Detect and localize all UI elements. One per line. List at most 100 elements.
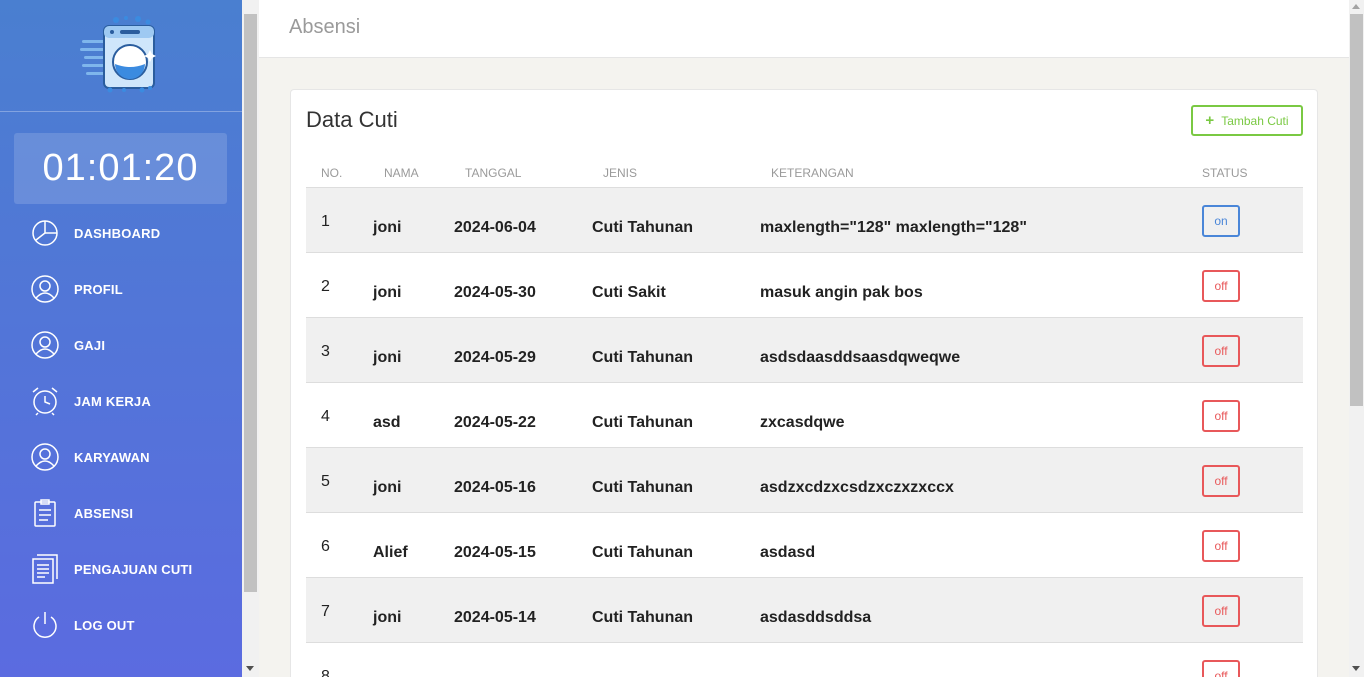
cell-nama: joni [373, 283, 402, 301]
page-title: Absensi [289, 16, 361, 38]
status-toggle-button[interactable]: off [1202, 659, 1240, 677]
sidebar-scrollbar-thumb[interactable] [244, 14, 257, 592]
table-row: 3 joni 2024-05-29 Cuti Tahunan asdsdaasddsaa… [306, 317, 1303, 382]
table-header-row: NO. NAMA TANGGAL JENIS KETERANGAN STATUS [306, 160, 1303, 188]
cell-keterangan: masuk angin pak bos [760, 283, 923, 301]
cell-no: 7 [321, 602, 330, 620]
sidebar-item-profil[interactable]: PROFIL [0, 261, 242, 317]
cell-nama: joni [373, 608, 402, 626]
main-scrollbar[interactable] [1349, 0, 1364, 677]
cell-status: off [1202, 317, 1303, 382]
sidebar: 01:01:20 DASHBOARD PROFIL GAJI JAM KERJA [0, 0, 242, 677]
table-row: 4 asd 2024-05-22 Cuti Tahunan zxcasdqwe off [306, 382, 1303, 447]
scroll-down-arrow-icon[interactable] [1352, 666, 1360, 671]
cell-no: 1 [321, 212, 330, 230]
cell-keterangan: zxcasdqwe [760, 413, 845, 431]
document-icon [32, 554, 58, 584]
table-row: 8 off [306, 642, 1303, 677]
status-toggle-button[interactable]: off [1202, 529, 1240, 562]
cell-status: on [1202, 187, 1303, 252]
status-toggle-button[interactable]: off [1202, 399, 1240, 432]
cell-jenis: Cuti Sakit [592, 283, 666, 301]
column-header-nama: NAMA [373, 160, 454, 188]
cell-no: 8 [321, 667, 330, 677]
cell-nama: joni [373, 478, 402, 496]
cell-tanggal: 2024-05-22 [454, 413, 536, 431]
sidebar-scrollbar[interactable] [242, 0, 259, 677]
sidebar-item-label: DASHBOARD [74, 225, 161, 241]
cell-keterangan: asdasd [760, 543, 816, 561]
column-header-status: STATUS [1202, 160, 1303, 188]
sidebar-item-gaji[interactable]: GAJI [0, 317, 242, 373]
power-icon [33, 612, 57, 638]
cell-keterangan: maxlength="128" maxlength="128" [760, 218, 1027, 236]
table-row: 6 Alief 2024-05-15 Cuti Tahunan asdasd off [306, 512, 1303, 577]
cell-nama: joni [373, 348, 402, 366]
main-scrollbar-thumb[interactable] [1350, 14, 1363, 406]
cell-keterangan: asdzxcdzxcsdzxczxzxccx [760, 478, 954, 496]
sidebar-item-absensi[interactable]: ABSENSI [0, 485, 242, 541]
cell-no: 5 [321, 472, 330, 490]
cell-no: 6 [321, 537, 330, 555]
top-bar: Absensi [259, 0, 1349, 58]
cell-tanggal: 2024-06-04 [454, 218, 536, 236]
cell-tanggal: 2024-05-15 [454, 543, 536, 561]
user-icon [31, 443, 59, 471]
cell-tanggal: 2024-05-14 [454, 608, 536, 626]
data-cuti-card: Data Cuti + Tambah Cuti NO. NAMA TANGGAL… [290, 89, 1318, 677]
column-header-no: NO. [306, 160, 373, 188]
washing-machine-logo-icon [80, 16, 156, 93]
sidebar-item-label: KARYAWAN [74, 449, 150, 465]
plus-icon: + [1205, 112, 1215, 129]
logo-area [0, 0, 242, 112]
sidebar-nav: DASHBOARD PROFIL GAJI JAM KERJA KARYAWAN [0, 205, 242, 653]
cell-tanggal: 2024-05-16 [454, 478, 536, 496]
add-cuti-label: Tambah Cuti [1221, 113, 1289, 128]
cell-jenis: Cuti Tahunan [592, 543, 694, 561]
cuti-table: NO. NAMA TANGGAL JENIS KETERANGAN STATUS… [306, 160, 1303, 677]
cell-status: off [1202, 382, 1303, 447]
status-toggle-button[interactable]: off [1202, 464, 1240, 497]
cell-nama: asd [373, 413, 401, 431]
cell-keterangan: asdsdaasddsaasdqweqwe [760, 348, 961, 366]
scroll-up-arrow-icon[interactable] [1352, 4, 1360, 9]
cell-nama: Alief [373, 543, 408, 561]
clipboard-icon [34, 499, 56, 527]
cell-jenis: Cuti Tahunan [592, 608, 694, 626]
column-header-jenis: JENIS [592, 160, 760, 188]
status-toggle-button[interactable]: on [1202, 204, 1240, 237]
sidebar-item-dashboard[interactable]: DASHBOARD [0, 205, 242, 261]
cell-jenis [592, 642, 760, 677]
card-title: Data Cuti [306, 107, 398, 132]
cell-jenis: Cuti Tahunan [592, 478, 694, 496]
sidebar-item-label: PENGAJUAN CUTI [74, 561, 193, 577]
table-row: 7 joni 2024-05-14 Cuti Tahunan asdasddsddsa o… [306, 577, 1303, 642]
user-icon [31, 275, 59, 303]
cell-tanggal: 2024-05-30 [454, 283, 536, 301]
user-icon [31, 331, 59, 359]
sidebar-item-label: JAM KERJA [74, 393, 151, 409]
sidebar-item-pengajuan-cuti[interactable]: PENGAJUAN CUTI [0, 541, 242, 597]
sidebar-item-label: GAJI [74, 337, 106, 353]
cell-status: off [1202, 252, 1303, 317]
table-row: 1 joni 2024-06-04 Cuti Tahunan maxlength="12… [306, 187, 1303, 252]
cell-no: 4 [321, 407, 330, 425]
cell-jenis: Cuti Tahunan [592, 413, 694, 431]
cell-status: off [1202, 642, 1303, 677]
column-header-keterangan: KETERANGAN [760, 160, 1202, 188]
cell-jenis: Cuti Tahunan [592, 348, 694, 366]
status-toggle-button[interactable]: off [1202, 594, 1240, 627]
status-toggle-button[interactable]: off [1202, 334, 1240, 367]
sidebar-item-log-out[interactable]: LOG OUT [0, 597, 242, 653]
scroll-down-arrow-icon[interactable] [246, 666, 254, 671]
add-cuti-button[interactable]: + Tambah Cuti [1191, 105, 1303, 136]
column-header-tanggal: TANGGAL [454, 160, 592, 188]
cell-nama [373, 642, 454, 677]
digital-clock: 01:01:20 [14, 133, 227, 204]
sidebar-item-label: ABSENSI [74, 505, 134, 521]
status-toggle-button[interactable]: off [1202, 269, 1240, 302]
sidebar-item-karyawan[interactable]: KARYAWAN [0, 429, 242, 485]
sidebar-item-jam-kerja[interactable]: JAM KERJA [0, 373, 242, 429]
sidebar-item-label: PROFIL [74, 281, 123, 297]
dashboard-icon [32, 220, 58, 246]
